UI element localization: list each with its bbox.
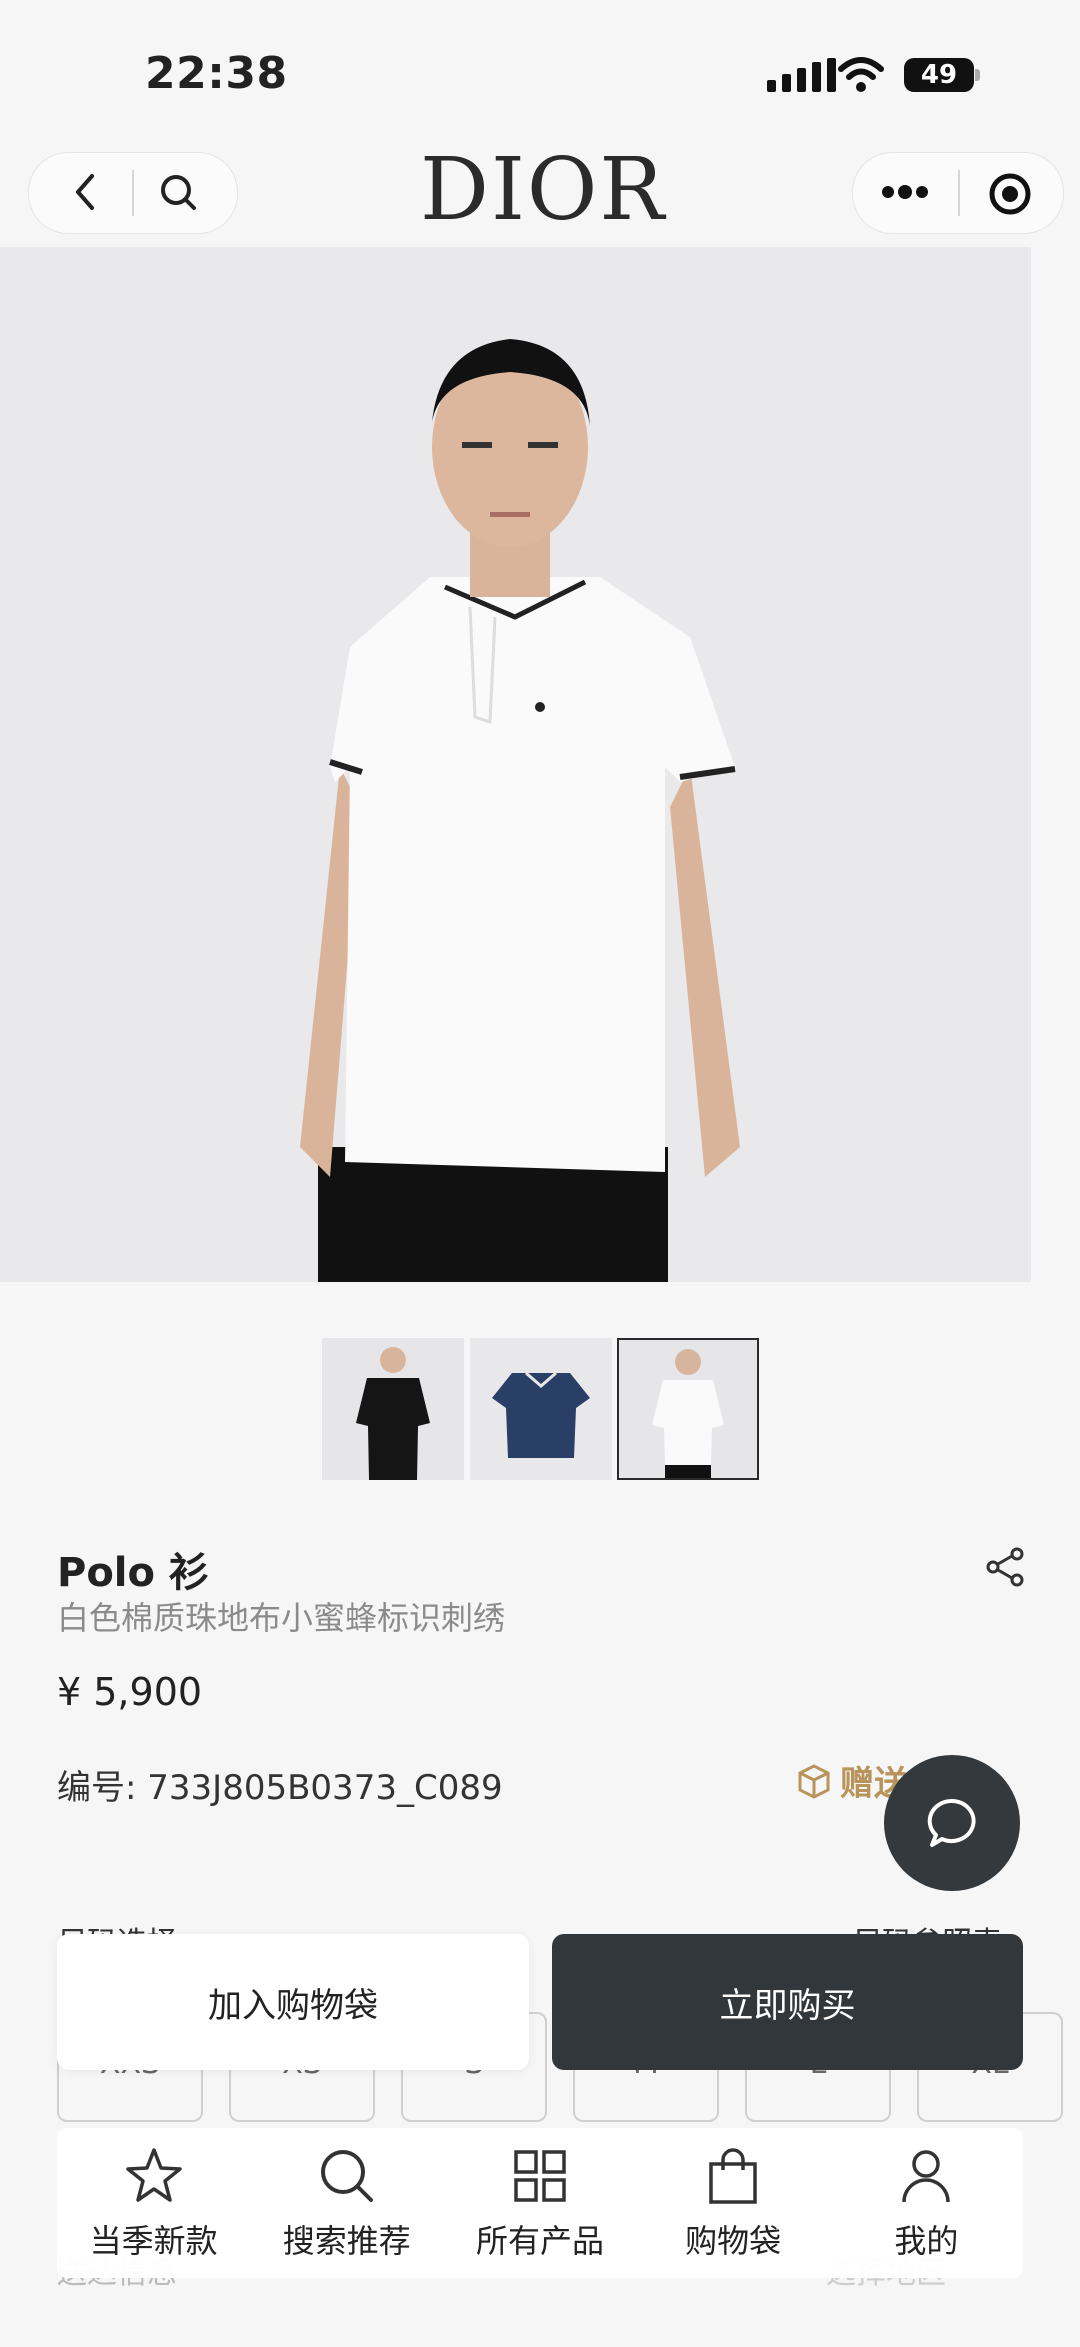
search-icon[interactable] <box>158 172 200 218</box>
chat-bubble-icon <box>927 1798 976 1847</box>
tab-search[interactable]: 搜索推荐 <box>252 2144 442 2262</box>
bag-icon <box>709 2148 757 2204</box>
more-icon[interactable] <box>880 182 930 206</box>
capsule-divider <box>132 170 134 216</box>
tab-label-me: 我的 <box>894 2222 959 2260</box>
chat-button[interactable] <box>884 1755 1020 1891</box>
bottom-tab-bar: 当季新款 搜索推荐 所有产品 购物袋 我的 <box>57 2128 1023 2278</box>
grid-icon <box>514 2150 566 2202</box>
tab-label-search: 搜索推荐 <box>282 2222 411 2260</box>
buy-now-button[interactable]: 立即购买 <box>552 1934 1023 2070</box>
search-icon <box>320 2150 373 2202</box>
wifi-icon <box>838 56 884 98</box>
status-time: 22:38 <box>145 48 288 99</box>
gift-box-icon <box>798 1763 830 1799</box>
tab-me[interactable]: 我的 <box>831 2144 1021 2262</box>
product-code-label: 编号: <box>57 1768 137 1808</box>
capsule-divider-2 <box>958 170 960 216</box>
tab-bag[interactable]: 购物袋 <box>638 2144 828 2262</box>
tab-label-all-products: 所有产品 <box>475 2222 604 2260</box>
product-price: ¥ 5,900 <box>57 1670 203 1714</box>
brand-logo: DIOR <box>420 140 667 240</box>
user-icon <box>902 2150 951 2203</box>
product-code: 编号: 733J805B0373_C089 <box>57 1760 503 1809</box>
battery-tip <box>975 69 980 81</box>
tab-label-bag: 购物袋 <box>685 2222 782 2260</box>
signal-icon <box>767 58 836 92</box>
product-name: Polo 衫 <box>57 1550 209 1596</box>
thumbnail-navy-polo[interactable] <box>470 1338 612 1480</box>
tab-label-new-season: 当季新款 <box>89 2222 218 2260</box>
battery-icon: 49 <box>904 58 974 92</box>
share-icon[interactable] <box>984 1546 1026 1592</box>
thumbnail-white-polo[interactable] <box>617 1338 759 1480</box>
back-icon[interactable] <box>68 172 102 216</box>
add-to-cart-button[interactable]: 加入购物袋 <box>57 1934 529 2070</box>
tab-new-season[interactable]: 当季新款 <box>59 2144 249 2262</box>
thumbnail-black-polo[interactable] <box>322 1338 464 1480</box>
battery-level: 49 <box>920 60 958 90</box>
product-subtitle: 白色棉质珠地布小蜜蜂标识刺绣 <box>57 1599 506 1637</box>
product-code-value: 733J805B0373_C089 <box>147 1768 503 1808</box>
product-hero-image[interactable] <box>0 247 1031 1282</box>
close-miniapp-icon[interactable] <box>988 172 1032 220</box>
star-icon <box>125 2148 182 2202</box>
tab-all-products[interactable]: 所有产品 <box>445 2144 635 2262</box>
